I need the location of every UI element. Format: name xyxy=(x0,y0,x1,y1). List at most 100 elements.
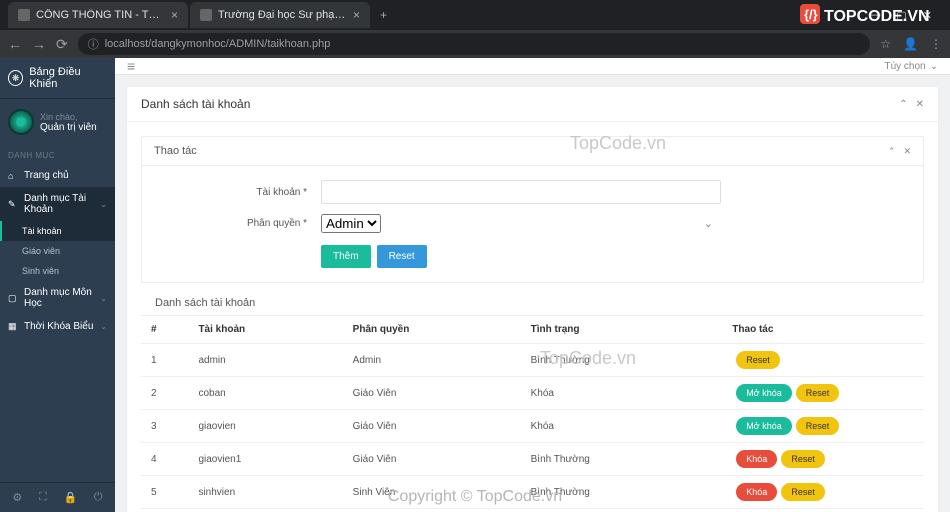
expand-icon[interactable]: ⛶ xyxy=(39,491,47,504)
add-button[interactable]: Thêm xyxy=(321,245,371,268)
url-text: localhost/dangkymonhoc/ADMIN/taikhoan.ph… xyxy=(105,38,331,50)
sidebar-sub-taikhoan[interactable]: Tài khoản xyxy=(0,221,115,241)
mở-khóa-button[interactable]: Mở khóa xyxy=(736,384,791,402)
close-icon[interactable]: × xyxy=(171,8,178,22)
lock-icon[interactable]: 🔒 xyxy=(63,491,77,504)
info-icon: ⓘ xyxy=(88,36,99,52)
reset-button[interactable]: Reset xyxy=(796,384,840,402)
sidebar-sub-sinhvien[interactable]: Sinh viên xyxy=(0,261,115,281)
account-input[interactable] xyxy=(321,180,721,204)
menu-section-label: DANH MỤC xyxy=(0,145,115,164)
col-status: Tình trạng xyxy=(521,316,723,344)
mở-khóa-button[interactable]: Mở khóa xyxy=(736,417,791,435)
reset-button[interactable]: Reset xyxy=(377,245,427,268)
reset-button[interactable]: Reset xyxy=(781,483,825,501)
greeting-label: Xin chào, xyxy=(40,112,97,122)
cell-account: giaovien1 xyxy=(188,443,342,476)
sidebar-item-accounts[interactable]: ✎ Danh mục Tài Khoản ⌄ xyxy=(0,187,115,221)
close-icon[interactable]: ✕ xyxy=(903,146,911,157)
app-logo-icon: ❋ xyxy=(8,70,23,86)
cell-actions: Reset xyxy=(722,344,924,377)
panel-header: Danh sách tài khoản ⌃ ✕ xyxy=(127,87,938,122)
power-icon[interactable]: ⏻ xyxy=(94,491,103,504)
app-title: Bảng Điều Khiển xyxy=(29,66,107,90)
menu-icon[interactable]: ⋮ xyxy=(930,37,942,51)
table-row: 3giaovienGiáo ViênKhóaMở khóaReset xyxy=(141,410,924,443)
back-button[interactable]: ← xyxy=(8,36,22,52)
cell-status: Khóa xyxy=(521,377,723,410)
sidebar-header: ❋ Bảng Điều Khiển xyxy=(0,58,115,99)
tab-title: Trường Đại học Sư phạm Kỹ thu xyxy=(218,9,347,21)
sidebar-footer: ⚙ ⛶ 🔒 ⏻ xyxy=(0,482,115,512)
profile-icon[interactable]: 👤 xyxy=(903,37,918,51)
cell-actions: KhóaReset xyxy=(722,509,924,512)
form-panel: Thao tác ⌃ ✕ Tài khoản * Phân quyền * xyxy=(141,136,924,283)
cell-status: Khóa xyxy=(521,410,723,443)
chevron-down-icon: ⌄ xyxy=(930,61,938,72)
cell-idx: 3 xyxy=(141,410,188,443)
maximize-button[interactable]: ▢ xyxy=(896,9,906,22)
main-panel: Danh sách tài khoản ⌃ ✕ Thao tác ⌃ ✕ xyxy=(127,87,938,512)
collapse-icon[interactable]: ⌃ xyxy=(899,99,907,110)
reset-button[interactable]: Reset xyxy=(736,351,780,369)
cell-account: sinhvien xyxy=(188,476,342,509)
cell-actions: Mở khóa Reset xyxy=(722,410,924,443)
options-dropdown[interactable]: Tùy chọn ⌄ xyxy=(884,61,938,72)
sidebar-sub-giaovien[interactable]: Giáo viên xyxy=(0,241,115,261)
user-role: Quản trị viên xyxy=(40,122,97,133)
reload-button[interactable]: ⟳ xyxy=(56,36,68,53)
gear-icon[interactable]: ⚙ xyxy=(12,491,22,504)
reset-button[interactable]: Reset xyxy=(796,417,840,435)
minimize-button[interactable]: — xyxy=(869,9,880,22)
close-window-button[interactable]: ✕ xyxy=(923,9,932,22)
form-panel-title: Thao tác xyxy=(154,145,197,157)
forward-button[interactable]: → xyxy=(32,36,46,52)
hamburger-icon[interactable]: ≡ xyxy=(127,58,135,74)
cell-account: giaovien xyxy=(188,410,342,443)
cell-status: Bình Thường xyxy=(521,509,723,512)
address-bar: ← → ⟳ ⓘ localhost/dangkymonhoc/ADMIN/tai… xyxy=(0,30,950,58)
cell-role: Sinh Viên xyxy=(343,476,521,509)
sidebar-item-schedule[interactable]: ▦ Thời Khóa Biểu ⌄ xyxy=(0,315,115,338)
cell-account: admin xyxy=(188,344,342,377)
tab-title: CỔNG THÔNG TIN - TRƯỜNG Đ xyxy=(36,9,165,21)
cell-actions: KhóaReset xyxy=(722,476,924,509)
edit-icon: ✎ xyxy=(8,199,18,210)
reset-button[interactable]: Reset xyxy=(781,450,825,468)
monitor-icon: ▢ xyxy=(8,293,18,304)
table-title: Danh sách tài khoản xyxy=(141,297,924,315)
col-idx: # xyxy=(141,316,188,344)
close-icon[interactable]: ✕ xyxy=(916,99,924,110)
role-label: Phân quyền * xyxy=(156,218,321,229)
sidebar-item-home[interactable]: ⌂ Trang chủ xyxy=(0,164,115,187)
close-icon[interactable]: × xyxy=(353,8,360,22)
khóa-button[interactable]: Khóa xyxy=(736,450,777,468)
favicon-icon xyxy=(18,9,30,21)
browser-tab[interactable]: CỔNG THÔNG TIN - TRƯỜNG Đ × xyxy=(8,2,188,28)
sidebar: ❋ Bảng Điều Khiển Xin chào, Quản trị viê… xyxy=(0,58,115,512)
bookmark-icon[interactable]: ☆ xyxy=(880,37,891,51)
chevron-down-icon: ⌄ xyxy=(100,200,107,209)
collapse-icon[interactable]: ⌃ xyxy=(888,146,896,157)
cell-status: Bình Thường xyxy=(521,443,723,476)
role-select[interactable]: Admin xyxy=(321,214,381,233)
window-controls: — ▢ ✕ xyxy=(869,9,942,22)
url-input[interactable]: ⓘ localhost/dangkymonhoc/ADMIN/taikhoan.… xyxy=(78,33,871,55)
cell-role: Admin xyxy=(343,344,521,377)
chevron-down-icon: ⌄ xyxy=(100,294,107,303)
sidebar-item-subjects[interactable]: ▢ Danh mục Môn Học ⌄ xyxy=(0,281,115,315)
app: ❋ Bảng Điều Khiển Xin chào, Quản trị viê… xyxy=(0,58,950,512)
main: ≡ Tùy chọn ⌄ Danh sách tài khoản ⌃ ✕ Tha… xyxy=(115,58,950,512)
cell-status: Bình Thường xyxy=(521,476,723,509)
new-tab-button[interactable]: + xyxy=(372,8,395,22)
table-row: 4giaovien1Giáo ViênBình ThườngKhóaReset xyxy=(141,443,924,476)
khóa-button[interactable]: Khóa xyxy=(736,483,777,501)
favicon-icon xyxy=(200,9,212,21)
col-account: Tài khoản xyxy=(188,316,342,344)
cell-idx: 6 xyxy=(141,509,188,512)
browser-tab[interactable]: Trường Đại học Sư phạm Kỹ thu × xyxy=(190,2,370,28)
cell-idx: 2 xyxy=(141,377,188,410)
table-row: 5sinhvienSinh ViênBình ThườngKhóaReset xyxy=(141,476,924,509)
chevron-down-icon: ⌄ xyxy=(100,322,107,331)
cell-actions: Mở khóa Reset xyxy=(722,377,924,410)
